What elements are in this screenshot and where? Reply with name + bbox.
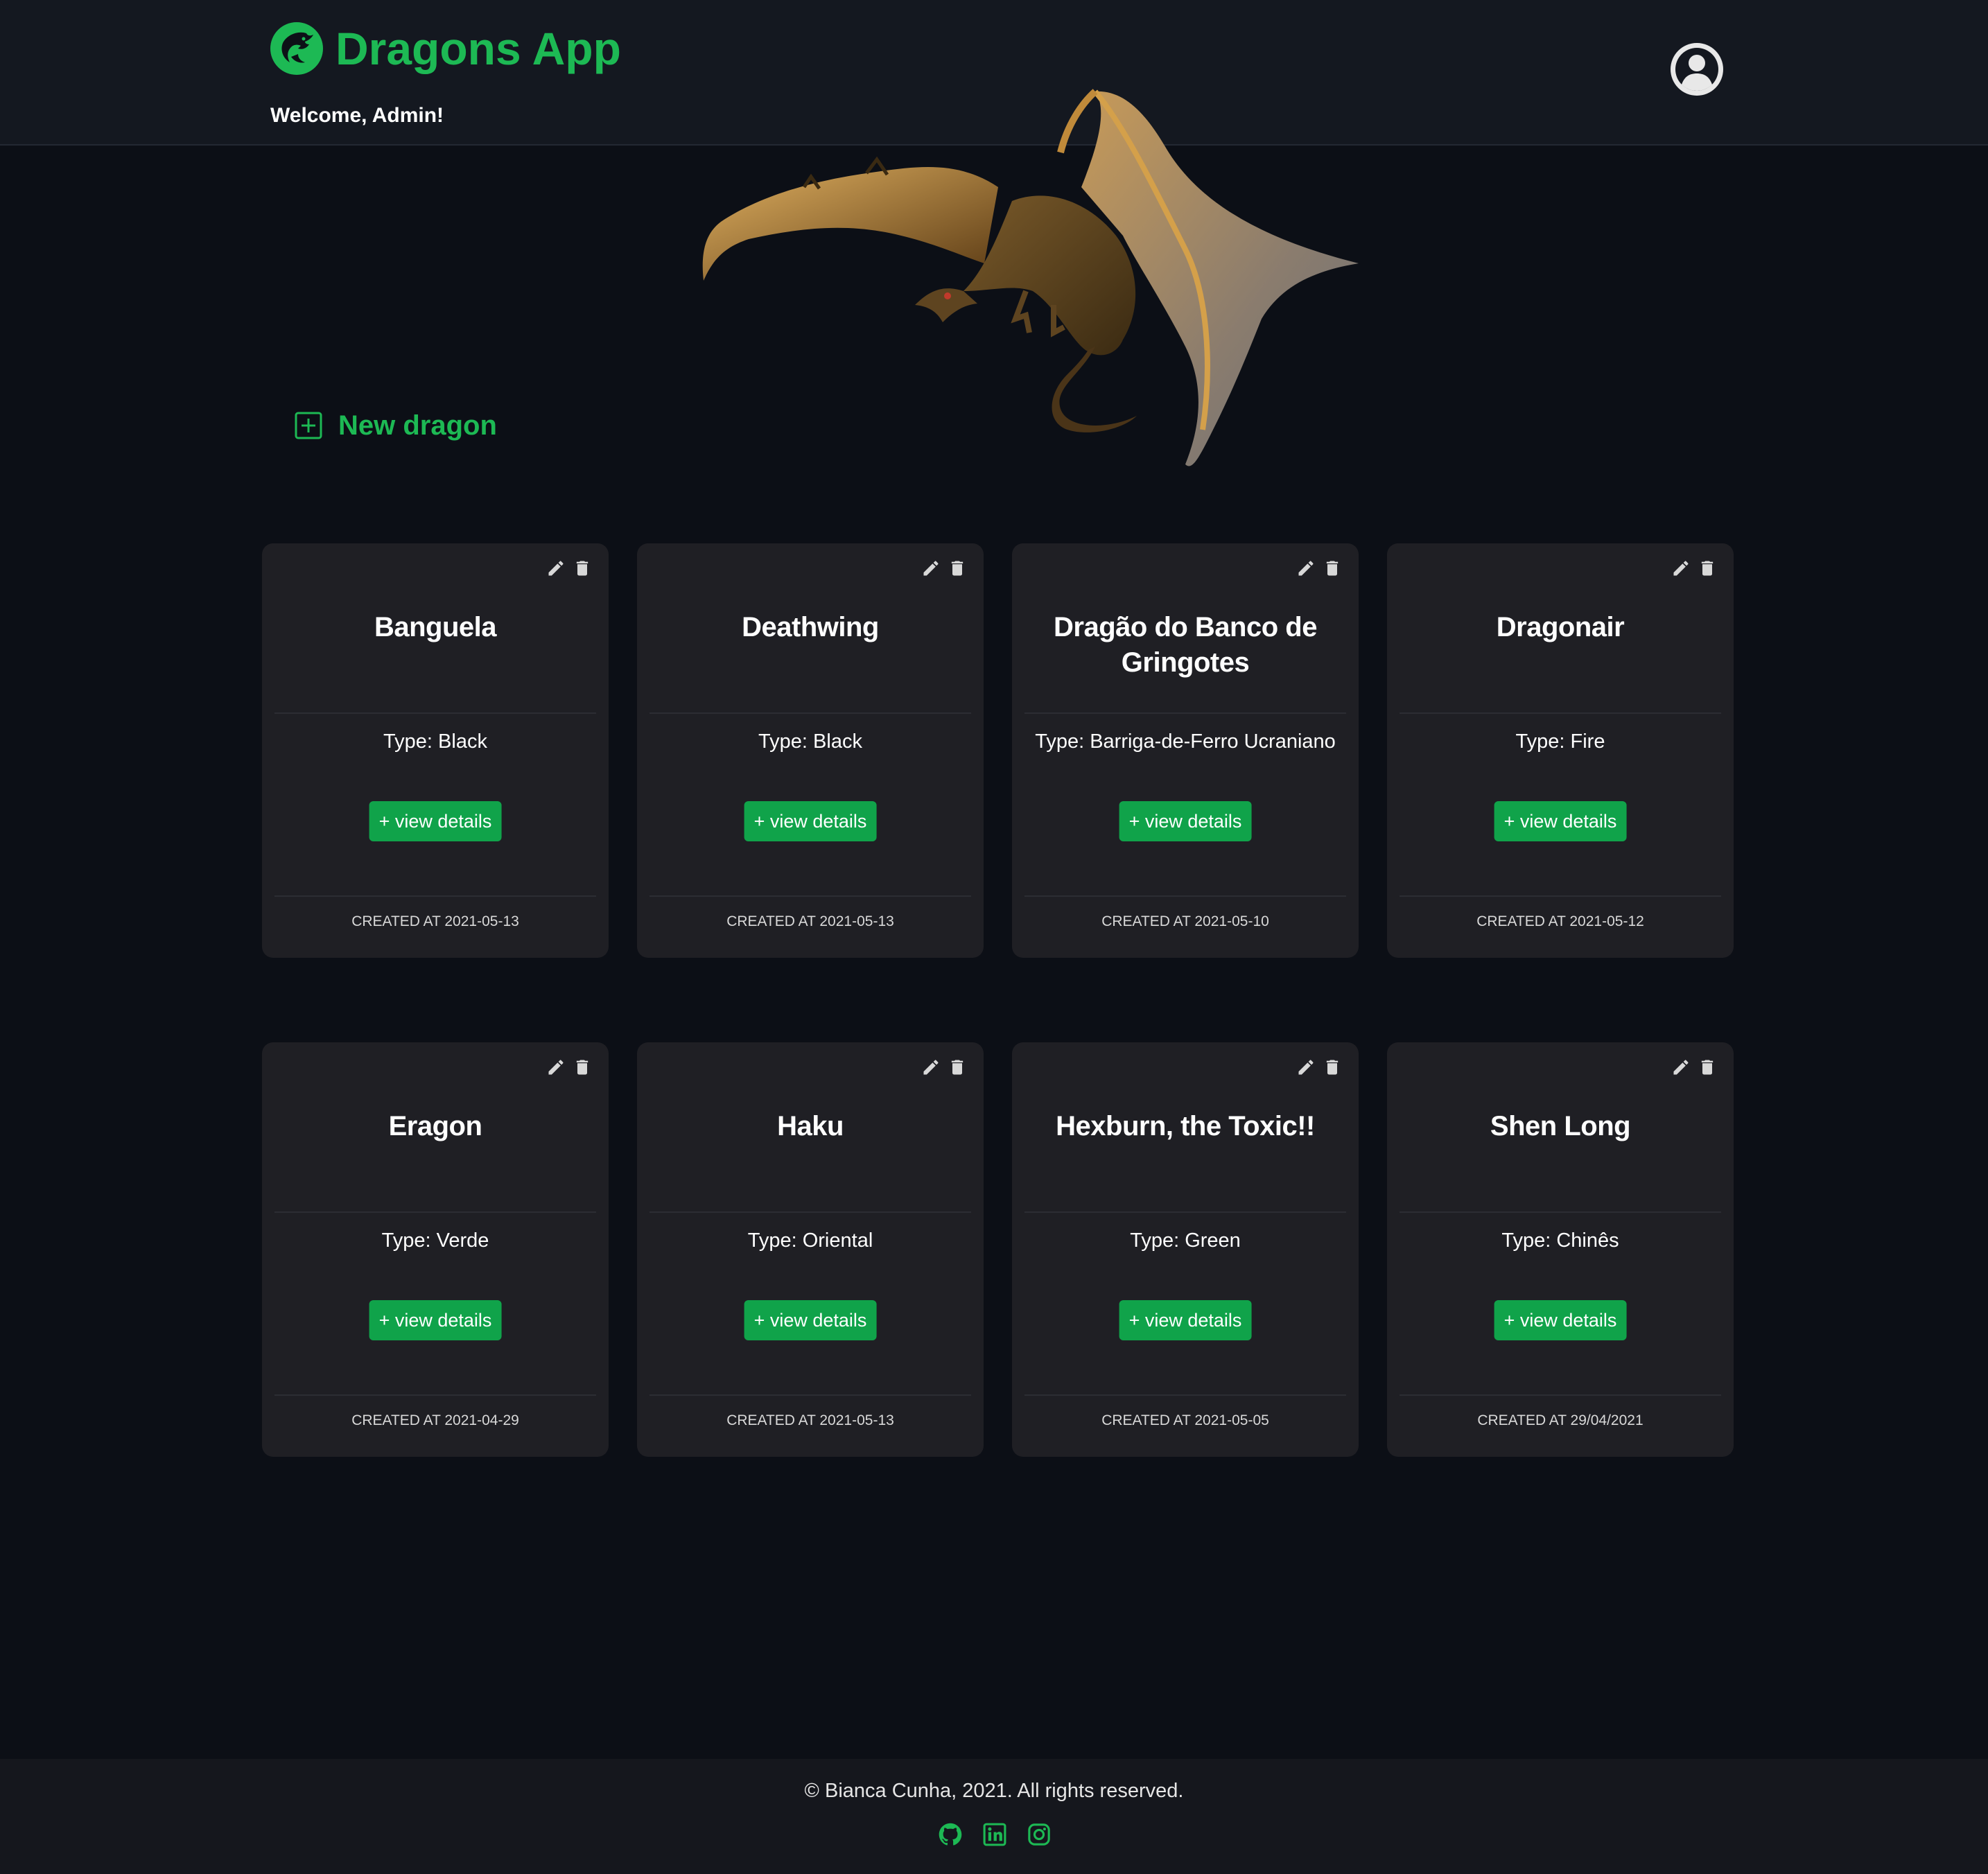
plus-square-icon bbox=[295, 412, 322, 439]
dragon-type: Type: Verde bbox=[381, 1229, 489, 1252]
delete-icon[interactable] bbox=[1698, 559, 1717, 578]
dragon-type: Type: Barriga-de-Ferro Ucraniano bbox=[1035, 730, 1336, 753]
delete-icon[interactable] bbox=[948, 559, 967, 578]
instagram-icon[interactable] bbox=[1027, 1823, 1051, 1846]
created-date: CREATED AT 2021-04-29 bbox=[351, 1412, 519, 1428]
view-details-button[interactable]: + view details bbox=[1119, 801, 1252, 841]
github-icon[interactable] bbox=[939, 1823, 962, 1846]
dragon-type: Type: Chinês bbox=[1501, 1229, 1619, 1252]
edit-icon[interactable] bbox=[1296, 559, 1316, 578]
page-footer: © Bianca Cunha, 2021. All rights reserve… bbox=[0, 1759, 1988, 1874]
dragon-type: Type: Black bbox=[383, 730, 487, 753]
dragon-type: Type: Fire bbox=[1515, 730, 1605, 753]
new-dragon-button[interactable]: New dragon bbox=[294, 405, 497, 446]
dragon-name: Hexburn, the Toxic!! bbox=[1056, 1111, 1315, 1141]
dragon-card: Deathwing Type: Black + view details CRE… bbox=[637, 543, 984, 958]
delete-icon[interactable] bbox=[573, 559, 592, 578]
delete-icon[interactable] bbox=[573, 1058, 592, 1077]
dragon-card: Hexburn, the Toxic!! Type: Green + view … bbox=[1012, 1042, 1359, 1457]
social-links bbox=[939, 1823, 1051, 1846]
dragon-name: Haku bbox=[777, 1111, 844, 1141]
dragon-name: Eragon bbox=[388, 1111, 482, 1141]
dragon-card: Haku Type: Oriental + view details CREAT… bbox=[637, 1042, 984, 1457]
created-date: CREATED AT 2021-05-10 bbox=[1101, 913, 1269, 929]
edit-icon[interactable] bbox=[1671, 559, 1691, 578]
created-date: CREATED AT 2021-05-12 bbox=[1476, 913, 1644, 929]
app-title: Dragons App bbox=[335, 23, 621, 74]
view-details-button[interactable]: + view details bbox=[744, 1300, 877, 1340]
dragon-name: Deathwing bbox=[742, 612, 879, 642]
delete-icon[interactable] bbox=[1323, 559, 1342, 578]
dragon-logo-icon bbox=[270, 22, 323, 75]
delete-icon[interactable] bbox=[948, 1058, 967, 1077]
dragon-name: Shen Long bbox=[1490, 1111, 1631, 1141]
delete-icon[interactable] bbox=[1698, 1058, 1717, 1077]
edit-icon[interactable] bbox=[1671, 1058, 1691, 1077]
view-details-button[interactable]: + view details bbox=[744, 801, 877, 841]
dragon-type: Type: Black bbox=[758, 730, 862, 753]
copyright-text: © Bianca Cunha, 2021. All rights reserve… bbox=[804, 1780, 1184, 1802]
created-date: CREATED AT 2021-05-05 bbox=[1101, 1412, 1269, 1428]
edit-icon[interactable] bbox=[546, 559, 566, 578]
dragon-card: Eragon Type: Verde + view details CREATE… bbox=[262, 1042, 609, 1457]
view-details-button[interactable]: + view details bbox=[1494, 801, 1627, 841]
user-avatar-icon[interactable] bbox=[1671, 43, 1723, 96]
created-date: CREATED AT 2021-05-13 bbox=[351, 913, 519, 929]
edit-icon[interactable] bbox=[546, 1058, 566, 1077]
welcome-message: Welcome, Admin! bbox=[270, 104, 444, 127]
dragon-type: Type: Green bbox=[1130, 1229, 1241, 1252]
dragon-card: Banguela Type: Black + view details CREA… bbox=[262, 543, 609, 958]
delete-icon[interactable] bbox=[1323, 1058, 1342, 1077]
created-date: CREATED AT 2021-05-13 bbox=[726, 1412, 894, 1428]
linkedin-icon[interactable] bbox=[983, 1823, 1006, 1846]
view-details-button[interactable]: + view details bbox=[369, 1300, 502, 1340]
created-date: CREATED AT 2021-05-13 bbox=[726, 913, 894, 929]
dragon-name: Banguela bbox=[374, 612, 497, 642]
dragon-card: Dragonair Type: Fire + view details CREA… bbox=[1387, 543, 1734, 958]
edit-icon[interactable] bbox=[921, 559, 941, 578]
view-details-button[interactable]: + view details bbox=[1494, 1300, 1627, 1340]
dragon-name: Dragonair bbox=[1496, 612, 1625, 642]
edit-icon[interactable] bbox=[1296, 1058, 1316, 1077]
edit-icon[interactable] bbox=[921, 1058, 941, 1077]
dragon-type: Type: Oriental bbox=[747, 1229, 873, 1252]
dragon-hero-image bbox=[702, 89, 1359, 466]
view-details-button[interactable]: + view details bbox=[369, 801, 502, 841]
dragon-card: Shen Long Type: Chinês + view details CR… bbox=[1387, 1042, 1734, 1457]
created-date: CREATED AT 29/04/2021 bbox=[1477, 1412, 1643, 1428]
dragon-name: Dragão do Banco de Gringotes bbox=[1054, 612, 1317, 678]
view-details-button[interactable]: + view details bbox=[1119, 1300, 1252, 1340]
dragon-card: Dragão do Banco de Gringotes Type: Barri… bbox=[1012, 543, 1359, 958]
new-dragon-label: New dragon bbox=[338, 410, 497, 441]
